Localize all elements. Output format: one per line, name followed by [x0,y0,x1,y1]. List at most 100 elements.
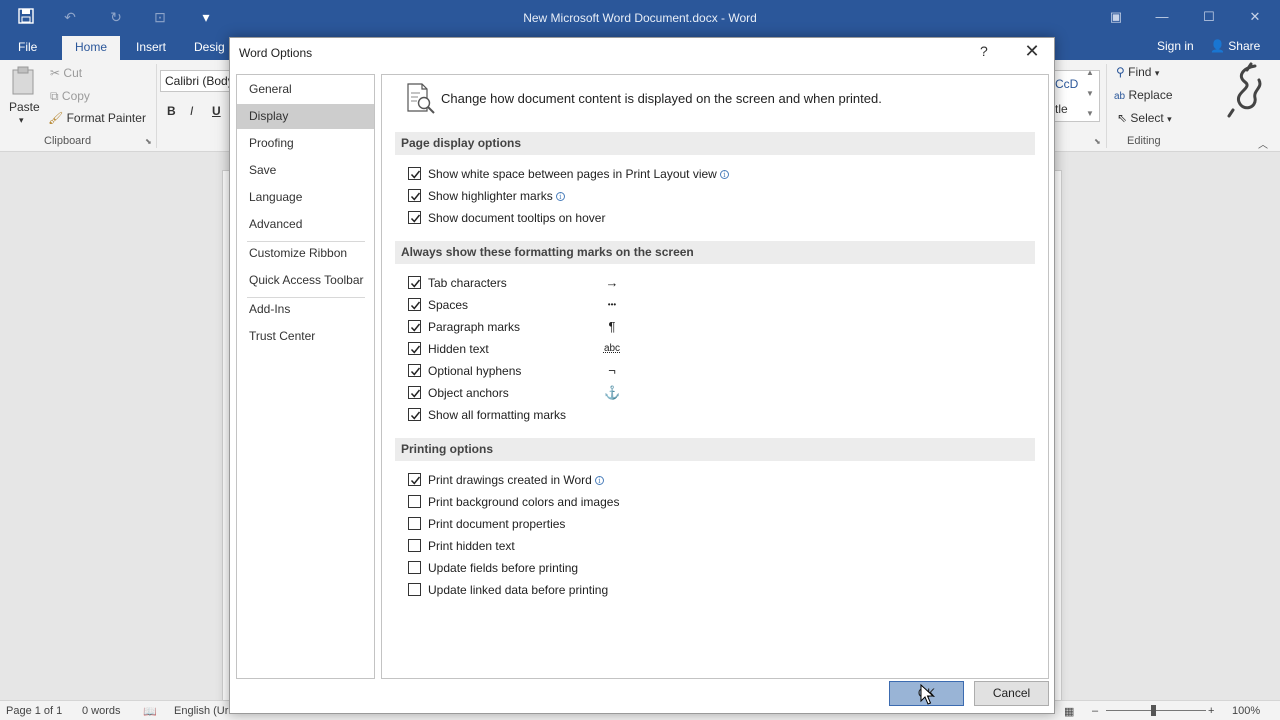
word-count[interactable]: 0 words [82,705,121,717]
web-layout-icon[interactable]: ▦ [1064,705,1074,718]
nav-item-language[interactable]: Language [237,185,374,210]
proofing-icon[interactable]: 📖 [143,705,157,718]
tab-design[interactable]: Desig [186,36,233,60]
checkbox[interactable] [408,211,421,224]
collapse-ribbon-icon[interactable]: ︿ [1258,136,1268,151]
info-icon: i [719,170,729,179]
bold-button[interactable]: B [167,104,176,118]
checkbox[interactable] [408,364,421,377]
zoom-in-button[interactable]: + [1208,705,1214,717]
checkbox[interactable] [408,517,421,530]
option-label: Object anchors [428,386,509,400]
clipboard-group-label: Clipboard [44,135,92,147]
chevron-down-icon: ▾ [1167,114,1172,124]
nav-item-quick-access-toolbar[interactable]: Quick Access Toolbar [237,268,374,293]
tab-arrow-icon: → [605,275,619,290]
paste-icon[interactable] [10,65,40,95]
styles-more-icon[interactable]: ▼ [1086,109,1094,118]
optional-hyphen-icon: ¬ [608,363,616,378]
share-button[interactable]: 👤 Share [1210,39,1260,53]
checkbox[interactable] [408,167,421,180]
underline-button[interactable]: U [212,104,221,118]
cut-button[interactable]: ✂ Cut [50,66,82,80]
checkbox[interactable] [408,189,421,202]
paste-dropdown-icon[interactable]: ▾ [19,115,24,126]
clipboard-launcher-icon[interactable]: ⬊ [145,137,152,146]
nav-item-proofing[interactable]: Proofing [237,131,374,156]
copy-icon: ⧉ [50,89,59,103]
option-label: Print hidden text [428,539,515,553]
tab-insert[interactable]: Insert [128,36,174,60]
styles-launcher-icon[interactable]: ⬊ [1094,137,1101,146]
minimize-icon[interactable]: — [1147,6,1177,28]
ribbon-display-icon[interactable]: ▣ [1101,6,1131,28]
title-bar: ↶ ↻ ⊡ ▾ New Microsoft Word Document.docx… [0,0,1280,36]
option-label: Print document properties [428,517,566,531]
sign-in-link[interactable]: Sign in [1157,39,1194,53]
mouse-cursor-icon [920,683,935,709]
paintbrush-icon: 🖌 [48,111,64,125]
display-options-pane: Change how document content is displayed… [381,74,1049,679]
styles-scroll-up-icon[interactable]: ▲ [1086,68,1094,77]
checkbox[interactable] [408,495,421,508]
help-button[interactable]: ? [980,43,994,59]
option-label: Update linked data before printing [428,583,609,597]
copy-button[interactable]: ⧉ Copy [50,89,90,104]
options-nav: General Display Proofing Save Language A… [236,74,375,679]
zoom-level[interactable]: 100% [1232,705,1260,717]
info-icon: i [555,192,565,201]
dragon-logo-icon [1225,62,1269,118]
format-painter-button[interactable]: 🖌 Format Painter [48,111,146,125]
checkbox[interactable] [408,583,421,596]
tab-home[interactable]: Home [62,36,120,60]
select-button[interactable]: ⇖ Select ▾ [1117,111,1172,125]
checkbox[interactable] [408,320,421,333]
section-header: Page display options [395,132,1035,155]
checkbox[interactable] [408,342,421,355]
styles-scroll-down-icon[interactable]: ▼ [1086,89,1094,98]
maximize-icon[interactable]: ☐ [1194,6,1224,28]
find-button[interactable]: ⚲ Find ▾ [1116,65,1159,79]
paste-button[interactable]: Paste [9,100,40,114]
nav-item-general[interactable]: General [237,77,374,102]
zoom-slider-thumb[interactable] [1151,705,1156,716]
editing-group-label: Editing [1127,135,1161,147]
hidden-text-icon: abc [603,343,621,354]
option-label: Print drawings created in Word i [428,472,604,488]
style-sample: tle [1055,102,1068,116]
nav-item-add-ins[interactable]: Add-Ins [237,297,374,322]
window-title: New Microsoft Word Document.docx - Word [523,11,757,25]
font-name-box[interactable]: Calibri (Body [160,70,235,92]
option-label: Show highlighter marks i [428,188,565,204]
language-indicator[interactable]: English (Ur [174,705,228,717]
pilcrow-icon: ¶ [608,319,616,334]
zoom-slider[interactable] [1106,710,1206,711]
space-dots-icon: ••• [607,300,617,309]
nav-item-save[interactable]: Save [237,158,374,183]
replace-button[interactable]: ab Replace [1114,88,1173,102]
nav-item-advanced[interactable]: Advanced [237,212,374,237]
dialog-title: Word Options [239,46,313,60]
checkbox[interactable] [408,473,421,486]
checkbox[interactable] [408,298,421,311]
checkbox[interactable] [408,408,421,421]
search-icon: ⚲ [1116,65,1125,79]
italic-button[interactable]: I [190,104,193,118]
zoom-out-button[interactable]: – [1092,705,1098,717]
style-sample: CcD [1055,77,1079,91]
checkbox[interactable] [408,561,421,574]
nav-item-customize-ribbon[interactable]: Customize Ribbon [237,241,374,266]
checkbox[interactable] [408,276,421,289]
option-label: Spaces [428,298,469,312]
checkbox[interactable] [408,386,421,399]
option-label: Optional hyphens [428,364,522,378]
nav-item-display[interactable]: Display [237,104,374,129]
page-count[interactable]: Page 1 of 1 [6,705,62,717]
checkbox[interactable] [408,539,421,552]
tab-file[interactable]: File [10,36,45,60]
cancel-button[interactable]: Cancel [974,681,1049,706]
close-icon[interactable]: ✕ [1240,6,1270,28]
section-header: Printing options [395,438,1035,461]
nav-item-trust-center[interactable]: Trust Center [237,324,374,349]
dialog-close-button[interactable]: ✕ [1022,41,1042,61]
